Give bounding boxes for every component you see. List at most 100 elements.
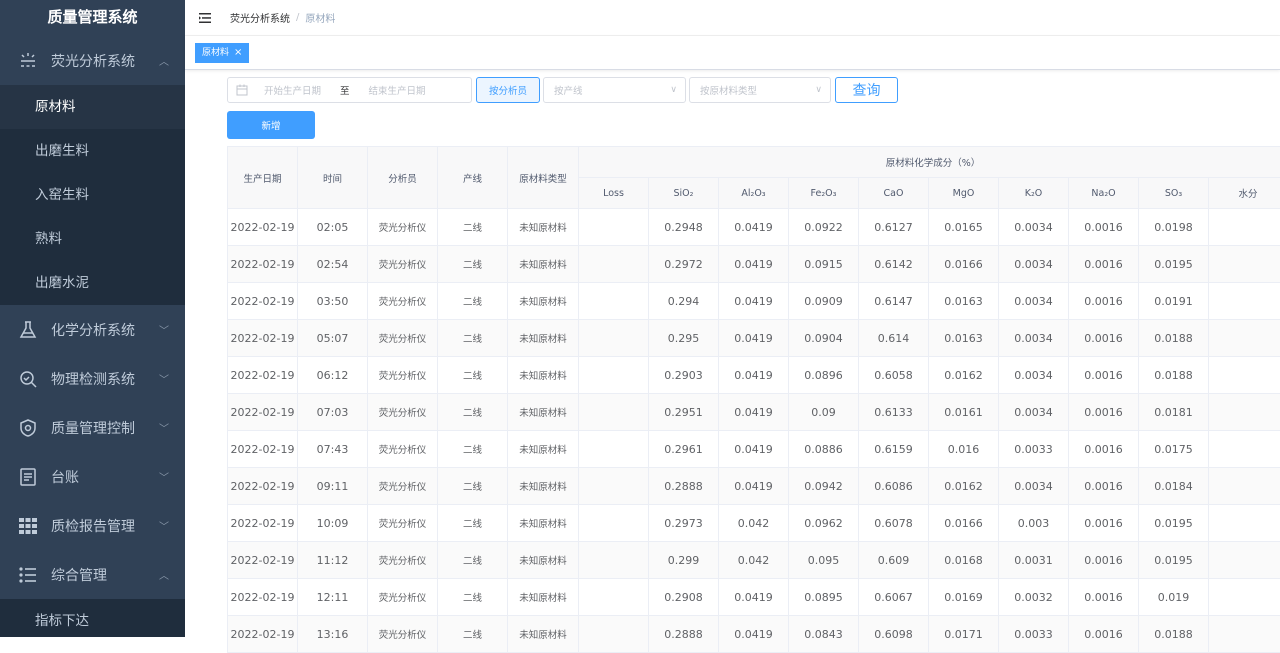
table-cell: 未知原材料 — [508, 505, 579, 542]
table-cell: 0.0161 — [929, 394, 999, 431]
end-date-input[interactable]: 结束生产日期 — [369, 83, 426, 97]
table-cell: 0.0181 — [1139, 394, 1209, 431]
menu-group-label: 台账 — [51, 467, 79, 487]
table-row[interactable]: 2022-02-1905:07荧光分析仪二线未知原材料0.2950.04190.… — [228, 320, 1280, 357]
menu-group-ledger[interactable]: 台账 ﹀ — [0, 452, 185, 501]
table-cell: 荧光分析仪 — [368, 579, 438, 616]
table-cell: 0.6078 — [859, 505, 929, 542]
tag-raw-material[interactable]: 原材料 × — [195, 43, 249, 63]
chevron-up-icon: ︿ — [159, 567, 169, 582]
table-cell: 0.0195 — [1139, 542, 1209, 579]
menu-group-general[interactable]: 综合管理 ︿ — [0, 550, 185, 599]
breadcrumb-separator: / — [296, 12, 299, 23]
table-row[interactable]: 2022-02-1902:05荧光分析仪二线未知原材料0.29480.04190… — [228, 209, 1280, 246]
table-cell: 0.2888 — [649, 468, 719, 505]
analyst-button[interactable]: 按分析员 — [476, 77, 540, 103]
table-cell: 0.0165 — [929, 209, 999, 246]
table-cell: 0.0171 — [929, 616, 999, 653]
table-row[interactable]: 2022-02-1909:11荧光分析仪二线未知原材料0.28880.04190… — [228, 468, 1280, 505]
column-header: 水分 — [1209, 178, 1280, 209]
table-cell: 0.0188 — [1139, 616, 1209, 653]
table-cell: 0.295 — [649, 320, 719, 357]
table-cell: 未知原材料 — [508, 209, 579, 246]
menu-group-quality-control[interactable]: 质量管理控制 ﹀ — [0, 403, 185, 452]
main-content: 荧光分析系统 / 原材料 原材料 × 开始生产日期 至 结束生产日期 按分析员 … — [185, 0, 1280, 637]
table-row[interactable]: 2022-02-1913:16荧光分析仪二线未知原材料0.28880.04190… — [228, 616, 1280, 653]
menu-group-report[interactable]: 质检报告管理 ﹀ — [0, 501, 185, 550]
table-cell: 荧光分析仪 — [368, 209, 438, 246]
menu-group-chemical[interactable]: 化学分析系统 ﹀ — [0, 305, 185, 354]
app-title: 质量管理系统 — [0, 0, 185, 36]
column-header: Fe₂O₃ — [789, 178, 859, 209]
table-cell: 未知原材料 — [508, 431, 579, 468]
table-row[interactable]: 2022-02-1906:12荧光分析仪二线未知原材料0.29030.04190… — [228, 357, 1280, 394]
chevron-down-icon: ∨ — [670, 85, 677, 95]
table-cell: 11:12 — [298, 542, 368, 579]
table-cell: 2022-02-19 — [228, 616, 298, 653]
sidebar-item-raw-material[interactable]: 原材料 — [0, 85, 185, 129]
chevron-up-icon: ︿ — [159, 53, 169, 68]
calendar-icon — [236, 84, 248, 96]
table-cell: 0.042 — [719, 505, 789, 542]
sidebar-item-indicator-issue[interactable]: 指标下达 — [0, 599, 185, 637]
line-select[interactable]: 按产线 ∨ — [543, 77, 686, 103]
sidebar-item-clinker[interactable]: 熟料 — [0, 217, 185, 261]
tags-view: 原材料 × — [185, 36, 1280, 70]
chevron-down-icon: ∨ — [815, 85, 822, 95]
table-cell: 0.0033 — [999, 431, 1069, 468]
material-type-select[interactable]: 按原材料类型 ∨ — [689, 77, 831, 103]
table-cell: 0.6127 — [859, 209, 929, 246]
table-cell: 0.0016 — [1069, 579, 1139, 616]
table-cell: 二线 — [438, 394, 508, 431]
menu-group-fluorescence[interactable]: 荧光分析系统 ︿ — [0, 36, 185, 85]
start-date-input[interactable]: 开始生产日期 — [264, 83, 321, 97]
table-cell — [579, 357, 649, 394]
table-cell — [1209, 394, 1280, 431]
table-row[interactable]: 2022-02-1907:43荧光分析仪二线未知原材料0.29610.04190… — [228, 431, 1280, 468]
chevron-down-icon: ﹀ — [159, 469, 169, 484]
sidebar-item-mill-cement[interactable]: 出磨水泥 — [0, 261, 185, 305]
table-cell: 2022-02-19 — [228, 542, 298, 579]
sidebar: 质量管理系统 荧光分析系统 ︿ 原材料 出磨生料 入窑生料 熟料 出磨水泥 化学… — [0, 0, 185, 637]
column-header: SO₃ — [1139, 178, 1209, 209]
table-cell: 未知原材料 — [508, 394, 579, 431]
table-cell: 未知原材料 — [508, 357, 579, 394]
hamburger-icon[interactable] — [199, 13, 211, 23]
shield-icon — [18, 418, 38, 438]
sidebar-item-mill-raw-meal[interactable]: 出磨生料 — [0, 129, 185, 173]
table-cell: 2022-02-19 — [228, 246, 298, 283]
table-row[interactable]: 2022-02-1910:09荧光分析仪二线未知原材料0.29730.0420.… — [228, 505, 1280, 542]
sidebar-item-kiln-raw-meal[interactable]: 入窑生料 — [0, 173, 185, 217]
table-cell: 0.0163 — [929, 320, 999, 357]
table-cell: 0.0016 — [1069, 542, 1139, 579]
breadcrumb-item[interactable]: 荧光分析系统 — [230, 10, 290, 25]
table-row[interactable]: 2022-02-1907:03荧光分析仪二线未知原材料0.29510.04190… — [228, 394, 1280, 431]
table-cell: 0.09 — [789, 394, 859, 431]
table-cell: 二线 — [438, 209, 508, 246]
table-row[interactable]: 2022-02-1912:11荧光分析仪二线未知原材料0.29080.04190… — [228, 579, 1280, 616]
add-button[interactable]: 新增 — [227, 111, 315, 139]
column-header: MgO — [929, 178, 999, 209]
date-range-picker[interactable]: 开始生产日期 至 结束生产日期 — [227, 77, 472, 103]
table-cell: 未知原材料 — [508, 542, 579, 579]
menu-group-physical[interactable]: 物理检测系统 ﹀ — [0, 354, 185, 403]
table-cell: 0.0033 — [999, 616, 1069, 653]
group-header: 原材料化学成分（%） — [579, 147, 1280, 178]
query-button[interactable]: 查询 — [835, 77, 898, 103]
close-icon[interactable]: × — [234, 44, 242, 62]
column-header: 时间 — [298, 147, 368, 209]
table-cell: 06:12 — [298, 357, 368, 394]
table-cell: 2022-02-19 — [228, 505, 298, 542]
table-row[interactable]: 2022-02-1903:50荧光分析仪二线未知原材料0.2940.04190.… — [228, 283, 1280, 320]
table-cell: 0.0191 — [1139, 283, 1209, 320]
list-icon — [18, 565, 38, 585]
table-cell — [1209, 431, 1280, 468]
table-cell: 二线 — [438, 468, 508, 505]
table-cell: 0.0195 — [1139, 505, 1209, 542]
ledger-icon — [18, 467, 38, 487]
table-cell: 0.0016 — [1069, 616, 1139, 653]
table-row[interactable]: 2022-02-1911:12荧光分析仪二线未知原材料0.2990.0420.0… — [228, 542, 1280, 579]
table-row[interactable]: 2022-02-1902:54荧光分析仪二线未知原材料0.29720.04190… — [228, 246, 1280, 283]
table-cell: 0.0419 — [719, 320, 789, 357]
table-cell: 二线 — [438, 320, 508, 357]
